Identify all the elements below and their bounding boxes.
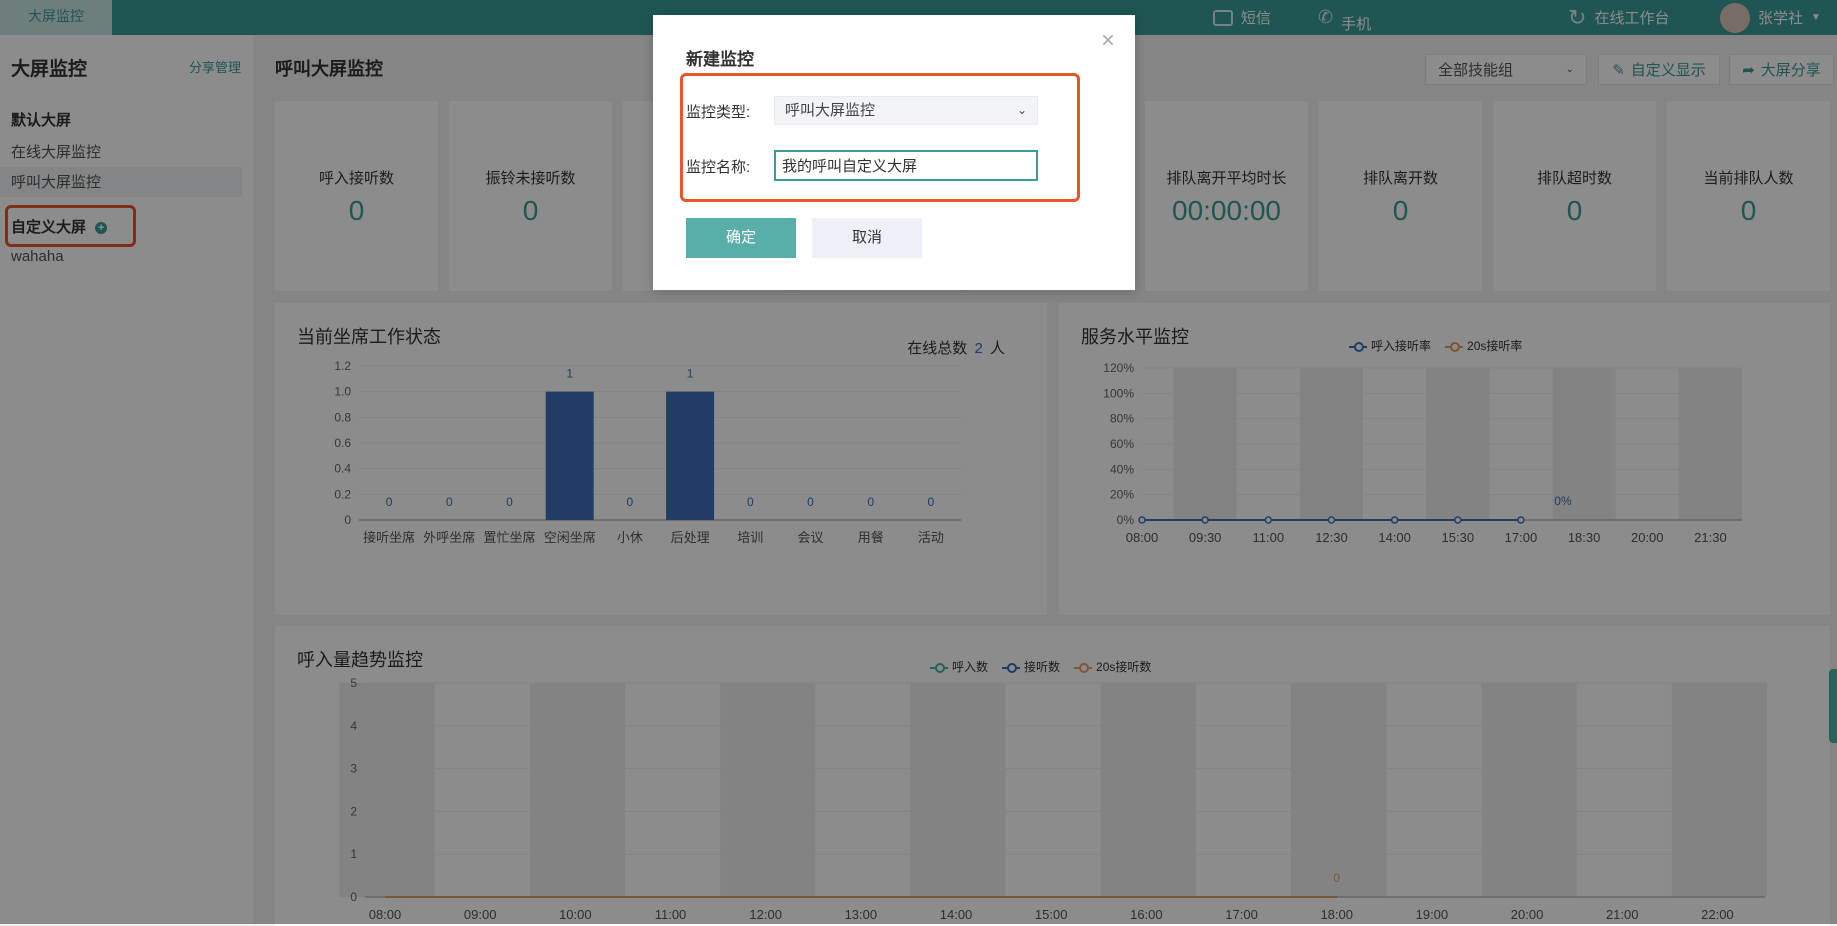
form-highlight-box [680, 73, 1080, 202]
chevron-down-icon: ⌄ [1016, 103, 1027, 117]
cancel-button[interactable]: 取消 [812, 218, 922, 258]
monitor-name-label: 监控名称: [686, 159, 751, 176]
monitor-type-select[interactable]: 呼叫大屏监控 ⌄ [774, 96, 1038, 125]
monitor-type-label: 监控类型: [686, 104, 751, 121]
close-icon[interactable]: × [1101, 27, 1115, 55]
monitor-name-input[interactable] [774, 150, 1038, 181]
dialog-title: 新建监控 [686, 50, 754, 69]
new-monitor-dialog: 新建监控 × 监控类型: 呼叫大屏监控 ⌄ 监控名称: 确定 取消 [653, 15, 1135, 290]
confirm-button[interactable]: 确定 [686, 218, 796, 258]
monitor-type-value: 呼叫大屏监控 [785, 102, 876, 119]
